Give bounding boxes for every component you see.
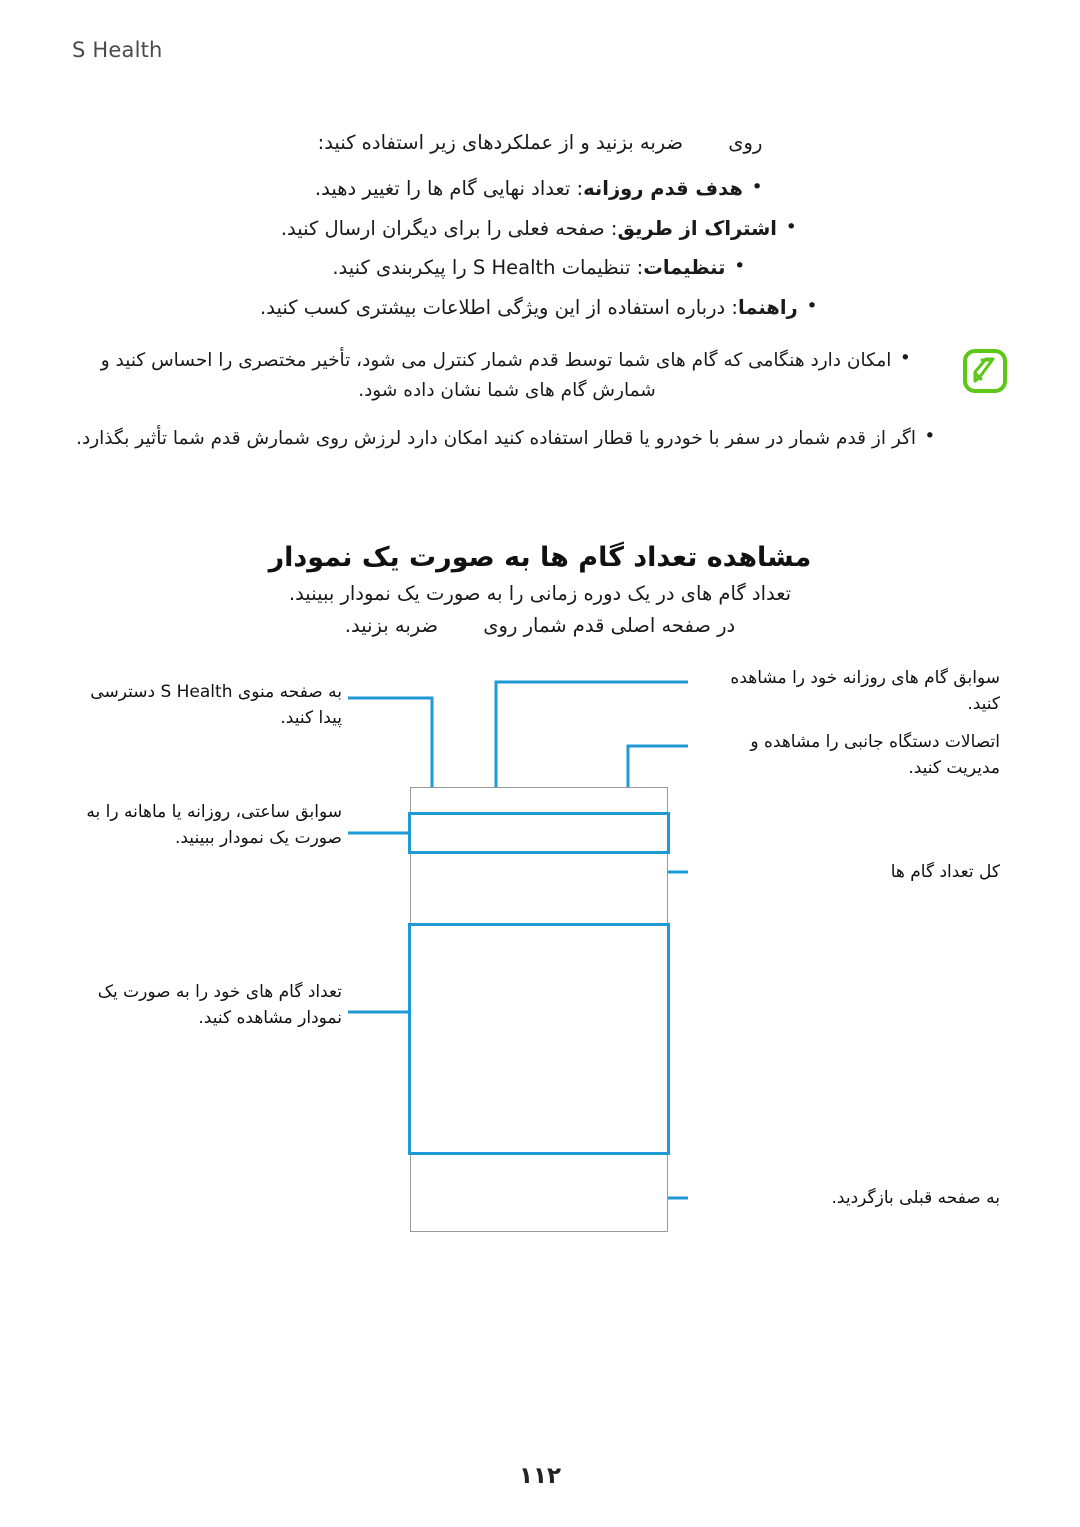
bullet-dot-icon: • bbox=[734, 255, 746, 278]
annotation-right-top: سوابق گام های روزانه خود را مشاهده کنید. bbox=[730, 668, 1000, 714]
bullet-term: راهنما bbox=[737, 295, 798, 319]
bullet-term: اشتراک از طریق bbox=[617, 216, 778, 240]
section-intro: تعداد گام های در یک دوره زمانی را به صور… bbox=[72, 578, 1008, 642]
bullet-text: : درباره استفاده از این ویژگی اطلاعات بی… bbox=[260, 295, 738, 319]
note-text: اگر از قدم شمار در سفر با خودرو یا قطار … bbox=[76, 427, 916, 449]
annotation-left-bottom: تعداد گام های خود را به صورت یک نمودار م… bbox=[97, 982, 342, 1028]
note-list: • امکان دارد هنگامی که گام های شما توسط … bbox=[72, 344, 942, 454]
intro-paragraph: روی ضربه بزنید و از عملکردهای زیر استفاد… bbox=[72, 128, 1008, 158]
annotation-right-mid: کل تعداد گام ها bbox=[890, 862, 1000, 882]
list-item: • اشتراک از طریق: صفحه فعلی را برای دیگر… bbox=[72, 212, 1008, 245]
bullet-dot-icon: • bbox=[751, 176, 763, 199]
annotated-figure: به صفحه منوی S Health دسترسی پیدا کنید. … bbox=[0, 660, 1080, 1260]
note-callout: • امکان دارد هنگامی که گام های شما توسط … bbox=[72, 344, 1008, 470]
page-number: ۱۱۲ bbox=[518, 1463, 562, 1489]
list-item: • تنظیمات: تنظیمات S Health را پیکربندی … bbox=[72, 251, 1008, 284]
body-content: روی ضربه بزنید و از عملکردهای زیر استفاد… bbox=[72, 128, 1008, 331]
note-text: امکان دارد هنگامی که گام های شما توسط قد… bbox=[100, 350, 892, 401]
intro-text: روی ضربه بزنید و از عملکردهای زیر استفاد… bbox=[317, 131, 763, 154]
list-item: • اگر از قدم شمار در سفر با خودرو یا قطا… bbox=[72, 422, 942, 454]
bullet-text: : صفحه فعلی را برای دیگران ارسال کنید. bbox=[280, 216, 618, 240]
bullet-term: تنظیمات bbox=[643, 256, 726, 280]
bullet-dot-icon: • bbox=[924, 425, 936, 447]
list-item: • هدف قدم روزانه: تعداد نهایی گام ها را … bbox=[72, 172, 1008, 205]
bullet-dot-icon: • bbox=[899, 348, 911, 369]
page-title: مشاهده تعداد گام ها به صورت یک نمودار bbox=[268, 542, 812, 574]
feature-bullet-list: • هدف قدم روزانه: تعداد نهایی گام ها را … bbox=[72, 172, 1008, 323]
note-pencil-icon bbox=[962, 348, 1008, 394]
running-header: S Health bbox=[72, 38, 1008, 62]
highlight-box-period-tabs bbox=[408, 812, 670, 854]
annotation-right-second: اتصالات دستگاه جانبی را مشاهده و مدیریت … bbox=[750, 732, 1000, 778]
bullet-text: : تنظیمات S Health را پیکربندی کنید. bbox=[332, 256, 644, 280]
section-intro-line-1: تعداد گام های در یک دوره زمانی را به صور… bbox=[288, 582, 792, 605]
highlight-box-step-chart bbox=[408, 923, 670, 1155]
bullet-term: هدف قدم روزانه bbox=[583, 177, 743, 201]
bullet-text: : تعداد نهایی گام ها را تغییر دهید. bbox=[314, 177, 584, 201]
section-intro-line-2: در صفحه اصلی قدم شمار روی ضربه بزنید. bbox=[344, 614, 736, 638]
list-item: • راهنما: درباره استفاده از این ویژگی اط… bbox=[72, 291, 1008, 324]
annotation-right-bottom: به صفحه قبلی بازگردید. bbox=[831, 1188, 1000, 1208]
annotation-left-mid: سوابق ساعتی، روزانه یا ماهانه را به صورت… bbox=[86, 802, 342, 848]
annotation-left-top: به صفحه منوی S Health دسترسی پیدا کنید. bbox=[90, 682, 342, 728]
bullet-dot-icon: • bbox=[806, 294, 818, 317]
running-header-title: S Health bbox=[72, 38, 163, 62]
bullet-dot-icon: • bbox=[785, 215, 797, 238]
note-body: • امکان دارد هنگامی که گام های شما توسط … bbox=[72, 344, 942, 454]
list-item: • امکان دارد هنگامی که گام های شما توسط … bbox=[72, 344, 942, 406]
